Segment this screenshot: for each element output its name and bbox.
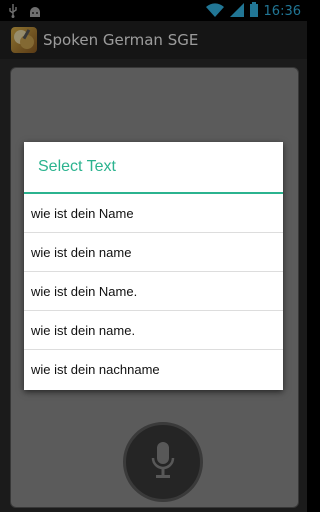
list-item[interactable]: wie ist dein nachname [24,350,283,389]
list-item[interactable]: wie ist dein name. [24,311,283,350]
dialog-list: wie ist dein Name wie ist dein name wie … [24,194,283,389]
list-item[interactable]: wie ist dein Name. [24,272,283,311]
dialog-title: Select Text [24,142,283,194]
list-item[interactable]: wie ist dein name [24,233,283,272]
list-item[interactable]: wie ist dein Name [24,194,283,233]
select-text-dialog: Select Text wie ist dein Name wie ist de… [24,142,283,390]
